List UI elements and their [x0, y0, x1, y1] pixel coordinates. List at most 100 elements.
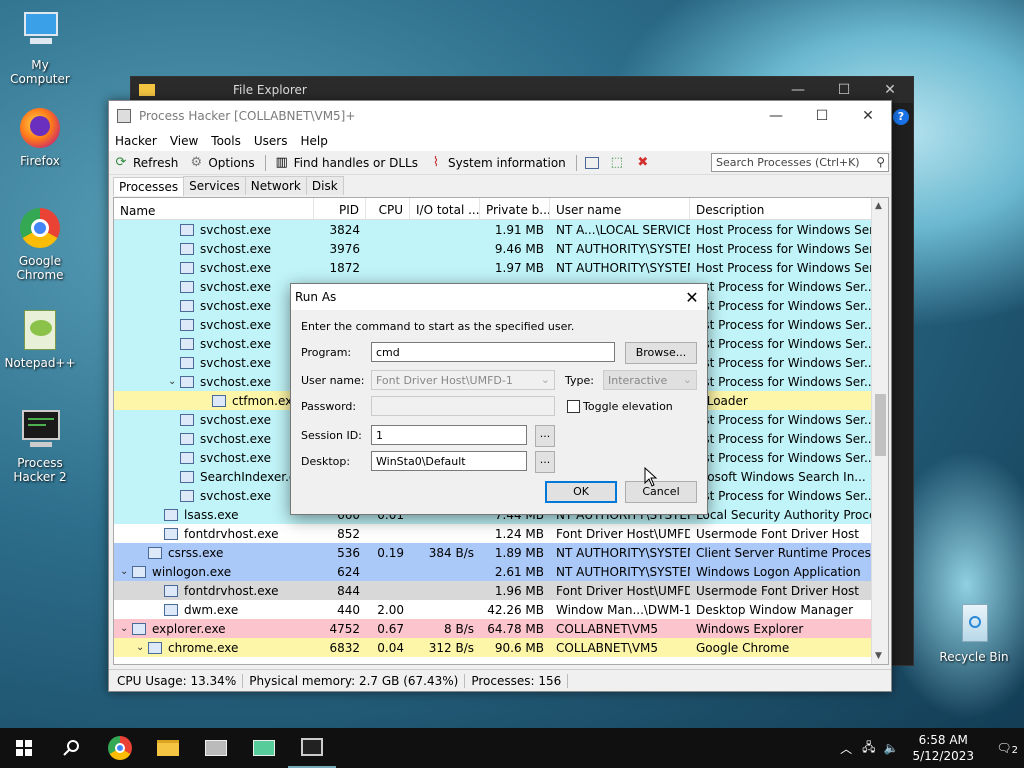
scroll-down-icon[interactable]: ▼ — [875, 651, 882, 661]
menu-tools[interactable]: Tools — [211, 134, 241, 148]
password-input[interactable] — [371, 396, 555, 416]
find-handles-button[interactable]: ▥ Find handles or DLLs — [274, 155, 417, 171]
column-header-io[interactable]: I/O total ... — [410, 198, 480, 219]
menu-view[interactable]: View — [170, 134, 198, 148]
window-icon-button[interactable] — [584, 156, 603, 169]
username-combobox[interactable]: Font Driver Host\UMFD-1 ⌄ — [371, 370, 555, 390]
tab-services[interactable]: Services — [183, 176, 246, 195]
column-header-pid[interactable]: PID — [314, 198, 366, 219]
close-icon[interactable]: ✕ — [677, 288, 707, 307]
tab-network[interactable]: Network — [244, 176, 307, 195]
chevron-up-icon[interactable]: ︿ — [840, 740, 852, 757]
refresh-button[interactable]: ⟳ Refresh — [113, 154, 179, 171]
toggle-elevation-label[interactable]: Toggle elevation — [583, 400, 673, 413]
taskbar-app-2[interactable] — [240, 728, 288, 768]
scroll-up-icon[interactable]: ▲ — [875, 201, 882, 211]
process-hacker-icon — [16, 406, 64, 454]
menu-help[interactable]: Help — [300, 134, 327, 148]
desktop-icon-firefox[interactable]: Firefox — [0, 104, 80, 168]
windows-icon — [16, 740, 32, 756]
cancel-button[interactable]: Cancel — [625, 481, 697, 503]
taskbar-process-hacker[interactable] — [288, 728, 336, 768]
column-header-cpu[interactable]: CPU — [366, 198, 410, 219]
toolbar-separator — [264, 154, 266, 171]
process-name-cell: svchost.exe — [114, 432, 314, 446]
process-name-cell: csrss.exe — [114, 546, 314, 560]
menu-hacker[interactable]: Hacker — [115, 134, 157, 148]
description-cell: ost Process for Windows Ser... — [696, 336, 874, 351]
search-button[interactable] — [48, 728, 96, 768]
system-information-button[interactable]: ⌇ System information — [428, 155, 566, 171]
volume-icon[interactable]: 🔈 — [884, 741, 899, 755]
type-combobox[interactable]: Interactive ⌄ — [603, 370, 697, 390]
table-row[interactable]: dwm.exe 440 2.00 42.26 MB Window Man...\DWM-… — [114, 600, 888, 619]
terminate-button[interactable]: ✖ — [635, 155, 655, 171]
browse-button[interactable]: Browse... — [625, 342, 697, 364]
chevron-down-icon[interactable]: ⌄ — [120, 566, 132, 577]
refresh-icon: ⟳ — [115, 154, 127, 170]
table-row[interactable]: ⌄ explorer.exe 4752 0.67 8 B/s 64.78 MB COLLAB… — [114, 619, 888, 638]
column-header-description[interactable]: Description — [690, 198, 874, 219]
taskbar-app-1[interactable] — [192, 728, 240, 768]
table-row[interactable]: ⌄ chrome.exe 6832 0.04 312 B/s 90.6 MB COLLABN… — [114, 638, 888, 657]
options-button[interactable]: ⚙ Options — [188, 155, 255, 171]
tab-bar: Processes Services Network Disk — [109, 175, 891, 196]
program-input[interactable]: cmd — [371, 342, 615, 362]
minimize-icon[interactable]: — — [775, 82, 821, 98]
process-hacker-titlebar[interactable]: Process Hacker [COLLABNET\VM5]+ — ☐ ✕ — [109, 101, 891, 131]
minimize-icon[interactable]: — — [753, 108, 799, 124]
desktop-input[interactable]: WinSta0\Default — [371, 451, 527, 471]
session-id-input[interactable]: 1 — [371, 425, 527, 445]
tab-disk[interactable]: Disk — [305, 176, 344, 195]
network-icon[interactable]: 🖧 — [862, 738, 875, 759]
grid-header: Name PID CPU I/O total ... Private b... … — [114, 198, 888, 220]
window-icon — [584, 156, 599, 169]
desktop-icon-process-hacker[interactable]: Process Hacker 2 — [0, 406, 80, 484]
private-bytes-cell: 9.46 MB — [494, 241, 544, 256]
process-name-cell: svchost.exe — [114, 489, 314, 503]
taskbar-file-explorer[interactable] — [144, 728, 192, 768]
toggle-elevation-checkbox[interactable] — [567, 400, 580, 413]
vertical-scrollbar[interactable]: ▲ ▼ — [871, 198, 888, 664]
ok-button[interactable]: OK — [545, 481, 617, 503]
table-row[interactable]: ⌄ winlogon.exe 624 2.61 MB NT AUTHORITY\SYST… — [114, 562, 888, 581]
table-row[interactable]: svchost.exe 3976 9.46 MB NT AUTHORITY\SYSTE… — [114, 239, 888, 258]
tab-processes[interactable]: Processes — [113, 177, 185, 196]
session-id-browse-button[interactable]: ... — [535, 425, 555, 447]
taskbar-chrome[interactable] — [96, 728, 144, 768]
maximize-icon[interactable]: ☐ — [799, 108, 845, 124]
help-icon[interactable]: ? — [893, 109, 909, 125]
column-header-name[interactable]: Name — [114, 198, 314, 219]
chevron-down-icon[interactable]: ⌄ — [168, 376, 180, 387]
process-icon — [180, 261, 194, 274]
close-icon[interactable]: ✕ — [867, 82, 913, 98]
process-name-cell: dwm.exe — [114, 603, 314, 617]
notification-button[interactable]: 🗨 2 — [984, 741, 1024, 756]
process-icon — [180, 299, 194, 312]
find-window-button[interactable]: ⬚ — [609, 155, 629, 171]
table-row[interactable]: svchost.exe 3824 1.91 MB NT A...\LOCAL SERV… — [114, 220, 888, 239]
desktop-icon-my-computer[interactable]: My Computer — [0, 8, 80, 86]
desktop-icon-chrome[interactable]: Google Chrome — [0, 204, 80, 282]
table-row[interactable]: csrss.exe 536 0.19 384 B/s 1.89 MB NT AUTHORI… — [114, 543, 888, 562]
dialog-titlebar[interactable]: Run As ✕ — [291, 284, 707, 310]
desktop-icon-recycle-bin[interactable]: Recycle Bin — [934, 600, 1014, 664]
clock[interactable]: 6:58 AM 5/12/2023 — [912, 732, 974, 764]
maximize-icon[interactable]: ☐ — [821, 82, 867, 98]
scroll-thumb[interactable] — [875, 394, 886, 456]
start-button[interactable] — [0, 728, 48, 768]
chevron-down-icon[interactable]: ⌄ — [120, 623, 132, 634]
table-row[interactable]: svchost.exe 1872 1.97 MB NT AUTHORITY\SYSTE… — [114, 258, 888, 277]
close-icon[interactable]: ✕ — [845, 108, 891, 124]
column-header-user-name[interactable]: User name — [550, 198, 690, 219]
table-row[interactable]: fontdrvhost.exe 844 1.96 MB Font Driver Hos… — [114, 581, 888, 600]
private-bytes-cell: 1.89 MB — [494, 545, 544, 560]
io-cell: 8 B/s — [444, 621, 474, 636]
column-header-private-bytes[interactable]: Private b... — [480, 198, 550, 219]
desktop-icon-notepadpp[interactable]: Notepad++ — [0, 306, 80, 370]
table-row[interactable]: fontdrvhost.exe 852 1.24 MB Font Driver Hos… — [114, 524, 888, 543]
search-input[interactable]: Search Processes (Ctrl+K) ⚲ — [711, 153, 889, 172]
desktop-browse-button[interactable]: ... — [535, 451, 555, 473]
chevron-down-icon[interactable]: ⌄ — [136, 642, 148, 653]
menu-users[interactable]: Users — [254, 134, 288, 148]
